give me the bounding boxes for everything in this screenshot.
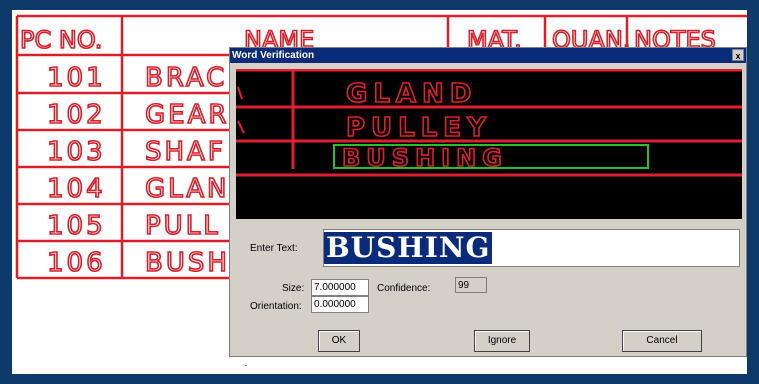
divider [245, 365, 247, 366]
table-cell-pc-no: 106 [47, 248, 106, 278]
ok-button[interactable]: OK [318, 330, 360, 352]
confidence-field: 99 [455, 277, 487, 293]
enter-text-label: Enter Text: [250, 243, 298, 254]
orientation-field[interactable]: 0.000000 [311, 296, 369, 313]
word-verification-dialog: Word Verification x GLAND PULLEY BUSHING… [229, 47, 747, 357]
table-cell-name: GEAR [145, 100, 229, 130]
preview-line-gland: GLAND [346, 79, 477, 109]
size-field[interactable]: 7.000000 [311, 279, 369, 296]
enter-text-input[interactable]: BUSHING [323, 229, 740, 267]
dialog-title: Word Verification [232, 50, 315, 61]
cancel-button[interactable]: Cancel [622, 330, 702, 352]
table-cell-pc-no: 105 [47, 211, 106, 241]
orientation-label: Orientation: [250, 301, 302, 312]
table-cell-name: PULL [145, 211, 221, 241]
enter-text-value: BUSHING [324, 231, 493, 264]
confidence-label: Confidence: [377, 283, 431, 294]
dialog-titlebar: Word Verification x [230, 48, 746, 63]
preview-canvas: GLAND PULLEY BUSHING [236, 69, 742, 177]
table-cell-name: GLAN [145, 174, 229, 204]
preview-line-pulley: PULLEY [346, 113, 492, 143]
table-cell-pc-no: 103 [47, 137, 106, 167]
preview-line-bushing: BUSHING [342, 144, 508, 172]
close-icon[interactable]: x [732, 49, 744, 61]
table-cell-pc-no: 104 [47, 174, 106, 204]
table-cell-pc-no: 101 [47, 63, 106, 93]
ignore-button[interactable]: Ignore [474, 330, 530, 352]
table-cell-name: SHAF [145, 137, 226, 167]
table-cell-name: BUSH [145, 248, 230, 278]
table-header-0: PC NO. [20, 26, 102, 54]
table-cell-name: BRAC [145, 63, 227, 93]
word-image-preview: GLAND PULLEY BUSHING [236, 69, 742, 219]
size-label: Size: [282, 283, 305, 294]
table-cell-pc-no: 102 [47, 100, 106, 130]
